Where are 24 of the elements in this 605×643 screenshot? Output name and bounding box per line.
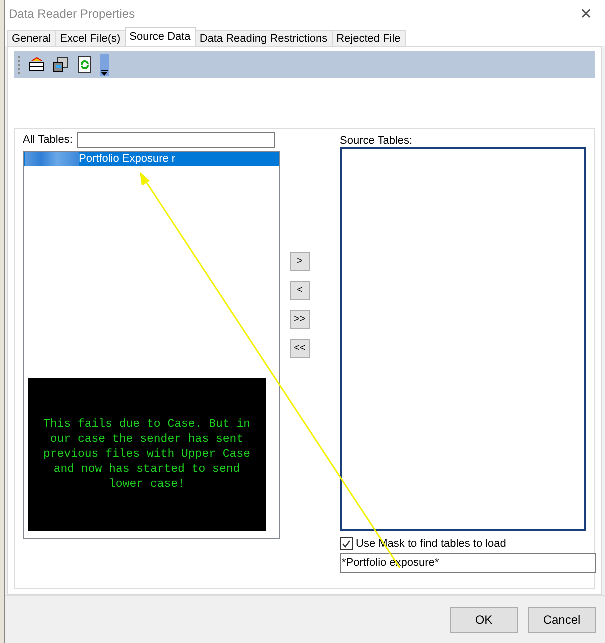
dropdown-icon[interactable]: [100, 54, 109, 76]
move-button[interactable]: >: [290, 252, 310, 271]
move-button[interactable]: >>: [290, 310, 310, 329]
filter-field[interactable]: [76, 132, 275, 148]
close-button[interactable]: ✕: [576, 5, 597, 23]
mask-checkbox[interactable]: [340, 537, 353, 550]
tab[interactable]: Data Reading Restrictions: [194, 30, 333, 46]
refresh-icon[interactable]: [76, 56, 94, 74]
move-button[interactable]: <: [290, 281, 310, 300]
list-item[interactable]: Portfolio Exposure r: [24, 152, 279, 166]
source-tables-label: Source Tables:: [340, 134, 414, 147]
dialog-button[interactable]: Cancel: [528, 606, 596, 632]
window-title: Data Reader Properties: [9, 7, 136, 21]
tab[interactable]: Rejected File: [332, 30, 406, 46]
dialog-button[interactable]: OK: [450, 606, 518, 632]
database-icon[interactable]: [52, 56, 70, 74]
redacted-block: [25, 152, 79, 166]
tab[interactable]: Excel File(s): [55, 30, 126, 46]
move-button[interactable]: <<: [290, 339, 310, 358]
annotation-note: This fails due to Case. But in our case the sender has sent previous files with Upper Case and now has started to send lower case!: [28, 378, 266, 531]
table-icon[interactable]: [28, 56, 46, 74]
tab[interactable]: Source Data: [124, 27, 196, 46]
tab[interactable]: General: [7, 30, 56, 46]
all-tables-label: All Tables:: [23, 134, 73, 146]
